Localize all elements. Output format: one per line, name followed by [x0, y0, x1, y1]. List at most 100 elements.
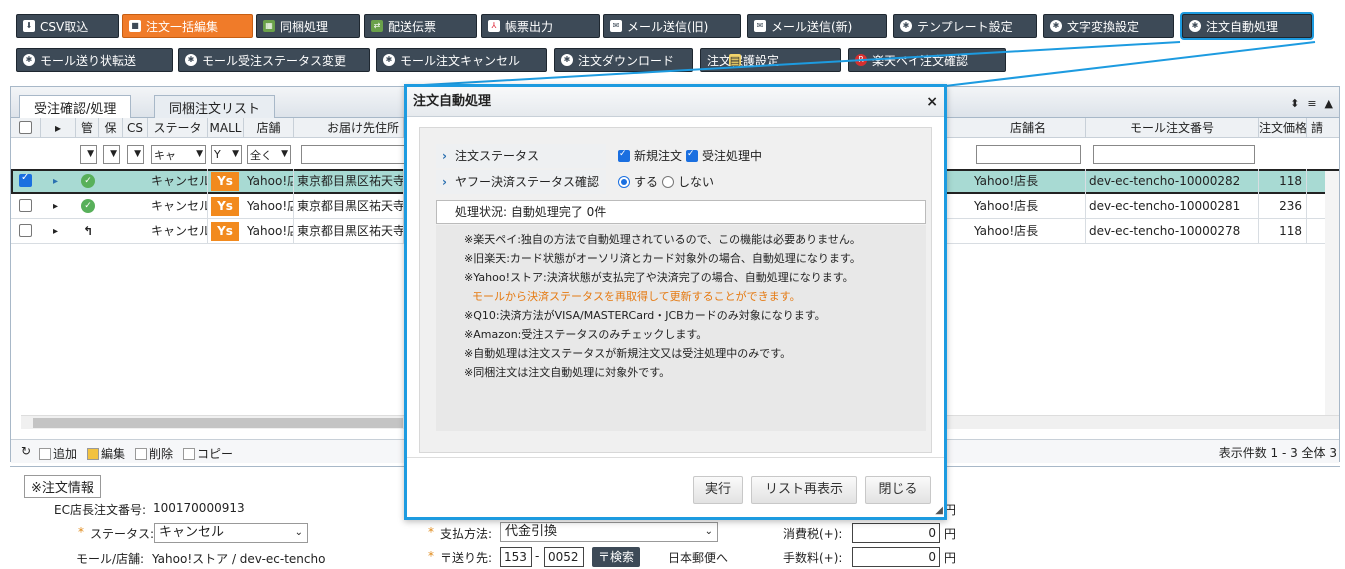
expand-arrow-icon[interactable]: ▸: [53, 194, 58, 219]
tab-bundle-list[interactable]: 同梱注文リスト: [154, 95, 276, 118]
chevron-down-icon: ▼: [110, 149, 117, 159]
processing-status: 処理状況: 自動処理完了 0件: [436, 200, 926, 224]
close-icon[interactable]: ×: [926, 87, 938, 117]
zip-label: 〒送り先:: [440, 551, 493, 565]
filter-kan[interactable]: ▼: [80, 145, 97, 164]
order-download-button[interactable]: ✱ 注文ダウンロード: [554, 48, 693, 72]
filter-status[interactable]: キャ ▼: [151, 145, 206, 164]
check-no-radio[interactable]: [662, 176, 675, 188]
report-output-button[interactable]: ⅄ 帳票出力: [481, 14, 600, 38]
filter-mall[interactable]: Y ▼: [211, 145, 242, 164]
new-order-checkbox[interactable]: [618, 147, 630, 162]
filter-address[interactable]: [301, 145, 411, 164]
menu-icon[interactable]: ≡: [1307, 97, 1316, 110]
mall-cancel-button[interactable]: ✱ モール注文キャンセル: [376, 48, 547, 72]
refresh-list-button[interactable]: リスト再表示: [751, 476, 857, 504]
template-settings-button[interactable]: ✱ テンプレート設定: [893, 14, 1037, 38]
expand-arrow-icon[interactable]: ▸: [53, 219, 58, 244]
order-status-label: › 注文ステータス: [436, 144, 606, 168]
yahoo-shopping-badge: Ys: [211, 197, 239, 216]
mall-status-change-button[interactable]: ✱ モール受注ステータス変更: [178, 48, 370, 72]
add-icon: [39, 447, 51, 460]
tax-label: 消費税(+):: [783, 527, 843, 541]
tax-unit: 円: [944, 527, 957, 541]
mail-new-button[interactable]: ✉ メール送信(新): [747, 14, 887, 38]
col-store[interactable]: 店舗: [244, 118, 294, 138]
filter-mall-order-no[interactable]: [1093, 145, 1255, 164]
filter-status-value: キャ: [154, 148, 176, 162]
mall-slip-transfer-button[interactable]: ✱ モール送り状転送: [16, 48, 173, 72]
bulk-edit-label: 注文一括編集: [146, 19, 219, 34]
status-select[interactable]: キャンセル ⌄: [154, 523, 308, 543]
zip-second-input[interactable]: 0052: [544, 547, 584, 567]
select-all-checkbox[interactable]: [19, 121, 32, 134]
row-checkbox[interactable]: [19, 224, 32, 237]
col-mall[interactable]: MALL: [208, 118, 244, 138]
filter-store-value: 全く: [250, 148, 272, 162]
delete-label: 削除: [149, 447, 174, 461]
zip-first-input[interactable]: 153: [500, 547, 532, 567]
row-checkbox[interactable]: [19, 199, 32, 212]
expand-arrow-icon[interactable]: ▸: [53, 169, 58, 194]
row-store: Yahoo!店: [244, 219, 294, 244]
row-checkbox[interactable]: [19, 172, 32, 187]
processing-label: 受注処理中: [702, 149, 763, 163]
bundle-button[interactable]: ▦ 同梱処理: [256, 14, 360, 38]
record-count: 表示件数 1 - 3 全体 3: [1218, 446, 1337, 460]
zip-search-button[interactable]: 〒検索: [592, 547, 641, 567]
mail-icon: ✉: [610, 20, 622, 32]
auto-process-dialog: 注文自動処理 × › 注文ステータス 新規注文 受注処理中 › ヤフー決済ステータス…: [404, 84, 947, 520]
col-store-name[interactable]: 店舗名: [971, 118, 1086, 138]
payment-label: 支払方法:: [440, 527, 493, 541]
copy-label: コピー: [197, 447, 234, 461]
filter-store-name[interactable]: [976, 145, 1081, 164]
char-convert-button[interactable]: ✱ 文字変換設定: [1043, 14, 1174, 38]
run-button[interactable]: 実行: [693, 476, 743, 504]
payment-select[interactable]: 代金引換 ⌄: [500, 522, 718, 542]
yahoo-payment-check-label: › ヤフー決済ステータス確認: [436, 170, 606, 194]
chevron-down-icon: ⌄: [294, 527, 303, 538]
filter-ho[interactable]: ▼: [103, 145, 120, 164]
col-kan[interactable]: 管: [76, 118, 99, 138]
scroll-thumb[interactable]: [33, 418, 403, 428]
csv-import-button[interactable]: ⬇ CSV取込: [16, 14, 119, 38]
col-ho[interactable]: 保: [99, 118, 123, 138]
processing-checkbox[interactable]: [686, 147, 699, 162]
fee-input[interactable]: 0: [852, 547, 940, 567]
mail-old-button[interactable]: ✉ メール送信(旧): [603, 14, 741, 38]
edit-action[interactable]: 編集: [87, 445, 125, 462]
resize-grip-icon[interactable]: ◢: [935, 505, 943, 516]
expand-col-header: ▸: [41, 118, 76, 138]
order-protect-button[interactable]: ▤ 注文保護設定: [700, 48, 841, 72]
shipping-slip-button[interactable]: ⇄ 配送伝票: [364, 14, 477, 38]
tax-input[interactable]: 0: [852, 523, 940, 543]
gear-icon: ✱: [383, 54, 395, 66]
refresh-icon[interactable]: ↻: [21, 444, 31, 458]
edit-label: 編集: [101, 447, 126, 461]
add-action[interactable]: 追加: [39, 445, 77, 462]
order-protect-label: 注文保護設定: [707, 53, 780, 68]
col-order-price[interactable]: 注文価格: [1259, 118, 1307, 138]
dialog-footer: 実行 リスト再表示 閉じる ◢: [407, 457, 944, 517]
delete-action[interactable]: 削除: [135, 445, 173, 462]
col-mall-order-no[interactable]: モール注文番号: [1086, 118, 1259, 138]
auto-process-button[interactable]: ✱ 注文自動処理: [1182, 14, 1312, 38]
filter-store[interactable]: 全く ▼: [247, 145, 291, 164]
col-billing[interactable]: 請: [1307, 118, 1327, 138]
note-line: ※Amazon:受注ステータスのみチェックします。: [464, 328, 708, 341]
tab-order-processing[interactable]: 受注確認/処理: [19, 95, 132, 119]
rakuten-pay-confirm-button[interactable]: R 楽天ペイ注文確認: [848, 48, 1006, 72]
note-line: ※Yahoo!ストア:決済状態が支払完了や決済完了の場合、自動処理になります。: [464, 271, 854, 284]
col-status[interactable]: ステータ: [148, 118, 208, 138]
close-button[interactable]: 閉じる: [865, 476, 931, 504]
collapse-icon[interactable]: ▲: [1325, 97, 1333, 110]
vertical-scrollbar[interactable]: [1325, 171, 1339, 415]
bulk-edit-button[interactable]: ■ 注文一括編集: [122, 14, 253, 38]
dialog-title-bar: 注文自動処理 ×: [407, 87, 944, 117]
copy-action[interactable]: コピー: [183, 445, 233, 462]
col-address[interactable]: お届け先住所: [294, 118, 404, 138]
check-yes-radio[interactable]: [618, 176, 630, 188]
filter-cs[interactable]: ▼: [127, 145, 144, 164]
col-cs[interactable]: CS: [123, 118, 148, 138]
sort-icon[interactable]: ⬍: [1290, 97, 1299, 110]
